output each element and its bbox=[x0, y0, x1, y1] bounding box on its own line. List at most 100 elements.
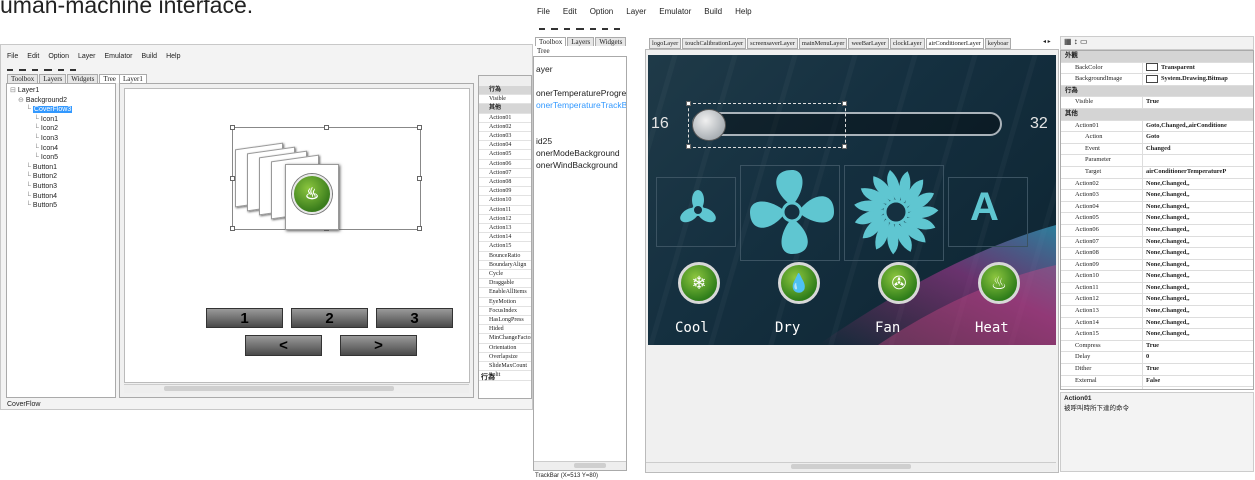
layer-tab-logolayer[interactable]: logoLayer bbox=[649, 38, 682, 49]
property-row[interactable]: Action06 None,Changed,, bbox=[1061, 224, 1253, 237]
property-value[interactable]: None,Changed,, bbox=[1143, 248, 1253, 259]
property-row[interactable]: Action10 None,Changed,, bbox=[1061, 271, 1253, 283]
property-row[interactable]: Action09 bbox=[479, 187, 531, 197]
property-row[interactable]: External False bbox=[1061, 375, 1253, 388]
property-row[interactable]: Orientation bbox=[479, 344, 531, 353]
tree-node[interactable]: └ Icon2 bbox=[7, 124, 115, 134]
property-row[interactable]: MinChangeFactor bbox=[479, 334, 531, 344]
tree-node[interactable]: ⊖ Background2 bbox=[7, 96, 115, 106]
tree-node[interactable]: └ Icon5 bbox=[7, 153, 115, 163]
property-row[interactable]: SlideMaxCount bbox=[479, 362, 531, 372]
tree-node[interactable]: └ Button4 bbox=[7, 192, 115, 202]
mode-button-cool[interactable]: ❄ bbox=[678, 262, 720, 304]
property-row[interactable]: Action15 bbox=[479, 242, 531, 252]
property-value[interactable]: None,Changed,, bbox=[1143, 237, 1253, 248]
tree-node[interactable]: └ Icon3 bbox=[7, 134, 115, 144]
scroll-thumb[interactable] bbox=[791, 464, 911, 469]
property-pages-icon[interactable]: ▭ bbox=[1080, 37, 1088, 46]
selection-handle[interactable] bbox=[230, 226, 235, 231]
property-value[interactable]: Goto,Changed,,airConditione bbox=[1143, 121, 1253, 132]
tree-node[interactable] bbox=[536, 111, 626, 123]
align-left-icon[interactable] bbox=[7, 63, 13, 71]
property-row[interactable]: Action05 None,Changed,, bbox=[1061, 213, 1253, 225]
tab-tree[interactable]: Tree bbox=[99, 74, 120, 83]
property-row[interactable]: Action07 None,Changed,, bbox=[1061, 236, 1253, 249]
property-row[interactable]: Action05 bbox=[479, 150, 531, 160]
layer-tab-clocklayer[interactable]: clockLayer bbox=[889, 38, 925, 49]
tree-node[interactable]: └ Button2 bbox=[7, 172, 115, 182]
property-value[interactable]: None,Changed,, bbox=[1143, 306, 1253, 317]
menu-emulator[interactable]: Emulator bbox=[659, 7, 691, 16]
layer-tab-screensaverlayer[interactable]: screensaverLayer bbox=[747, 38, 798, 49]
property-row[interactable]: Dither True bbox=[1061, 364, 1253, 376]
align-center-icon[interactable] bbox=[32, 63, 38, 71]
scroll-thumb[interactable] bbox=[574, 463, 606, 468]
property-value[interactable]: None,Changed,, bbox=[1143, 202, 1253, 213]
tree-tab[interactable]: Tree bbox=[537, 47, 550, 55]
property-row[interactable]: Action13 bbox=[479, 224, 531, 234]
property-row[interactable]: 其他 bbox=[1061, 108, 1253, 121]
menu-layer[interactable]: Layer bbox=[626, 7, 646, 16]
tree-hscroll[interactable] bbox=[534, 461, 626, 470]
property-row[interactable]: Action Goto bbox=[1061, 132, 1253, 144]
property-value[interactable]: 0 bbox=[1143, 387, 1253, 389]
menu-build[interactable]: Build bbox=[142, 53, 158, 60]
tree-node[interactable]: onerTemperatureProgressB bbox=[536, 87, 626, 99]
menu-edit[interactable]: Edit bbox=[563, 7, 577, 16]
selection-handle[interactable] bbox=[324, 125, 329, 130]
tree-node[interactable]: └ Button5 bbox=[7, 201, 115, 211]
scroll-thumb[interactable] bbox=[164, 386, 394, 391]
property-row[interactable]: 行為 bbox=[479, 86, 531, 96]
selection-handle[interactable] bbox=[842, 101, 847, 106]
tree-node[interactable]: ⊟ Layer1 bbox=[7, 86, 115, 96]
selection-handle[interactable] bbox=[842, 144, 847, 149]
property-value[interactable]: False bbox=[1143, 376, 1253, 387]
button-3[interactable]: 3 bbox=[376, 308, 453, 328]
align-bottom-icon[interactable] bbox=[19, 63, 26, 71]
property-row[interactable]: 其他 bbox=[479, 104, 531, 114]
tree-node[interactable]: ayer bbox=[536, 63, 626, 75]
property-value[interactable]: None,Changed,, bbox=[1143, 225, 1253, 236]
next-button[interactable]: > bbox=[340, 335, 417, 356]
property-row[interactable]: Hided bbox=[479, 325, 531, 335]
tree-node[interactable]: └ Button1 bbox=[7, 163, 115, 173]
menu-layer[interactable]: Layer bbox=[78, 53, 96, 60]
property-row[interactable]: Action03 None,Changed,, bbox=[1061, 190, 1253, 202]
property-row[interactable]: Action15 None,Changed,, bbox=[1061, 329, 1253, 341]
property-value[interactable]: None,Changed,, bbox=[1143, 318, 1253, 329]
property-row[interactable]: Action02 None,Changed,, bbox=[1061, 178, 1253, 191]
selection-handle[interactable] bbox=[686, 144, 691, 149]
property-row[interactable]: Compress True bbox=[1061, 340, 1253, 353]
property-row[interactable]: BackColor Transparent bbox=[1061, 62, 1253, 75]
property-row[interactable]: EyeMotion bbox=[479, 298, 531, 307]
tab-toolbox[interactable]: Toolbox bbox=[535, 37, 567, 46]
property-row[interactable]: EnableAllItems bbox=[479, 288, 531, 298]
tab-layers[interactable]: Layers bbox=[567, 37, 595, 46]
property-row[interactable]: Draggable bbox=[479, 279, 531, 289]
menu-help[interactable]: Help bbox=[166, 53, 180, 60]
tree-node[interactable]: onerModeBackground bbox=[536, 147, 626, 159]
property-row[interactable]: Action14 None,Changed,, bbox=[1061, 317, 1253, 330]
align-left-icon[interactable] bbox=[539, 22, 545, 30]
property-row[interactable]: Action04 None,Changed,, bbox=[1061, 201, 1253, 214]
mode-button-fan[interactable]: ✇ bbox=[878, 262, 920, 304]
distribute-icon[interactable] bbox=[576, 22, 584, 30]
tree-node[interactable]: id25 bbox=[536, 135, 626, 147]
property-row[interactable]: Overlapsize bbox=[479, 353, 531, 363]
tree-node[interactable] bbox=[536, 75, 626, 87]
property-value[interactable]: Transparent bbox=[1143, 63, 1253, 74]
property-row[interactable]: BounceRatio bbox=[479, 252, 531, 261]
property-row[interactable]: Action14 bbox=[479, 233, 531, 243]
property-value[interactable]: Changed bbox=[1143, 144, 1253, 155]
property-value[interactable]: None,Changed,, bbox=[1143, 283, 1253, 294]
property-value[interactable]: None,Changed,, bbox=[1143, 271, 1253, 282]
property-row[interactable]: BoundaryAlign bbox=[479, 261, 531, 271]
property-row[interactable]: Action12 bbox=[479, 215, 531, 225]
selection-handle[interactable] bbox=[417, 226, 422, 231]
align-top-icon[interactable] bbox=[58, 63, 64, 71]
property-value[interactable]: True bbox=[1143, 97, 1253, 108]
align-center-icon[interactable] bbox=[564, 22, 570, 30]
property-value[interactable]: None,Changed,, bbox=[1143, 179, 1253, 190]
property-value[interactable]: None,Changed,, bbox=[1143, 260, 1253, 271]
align-bottom-icon[interactable] bbox=[551, 22, 558, 30]
